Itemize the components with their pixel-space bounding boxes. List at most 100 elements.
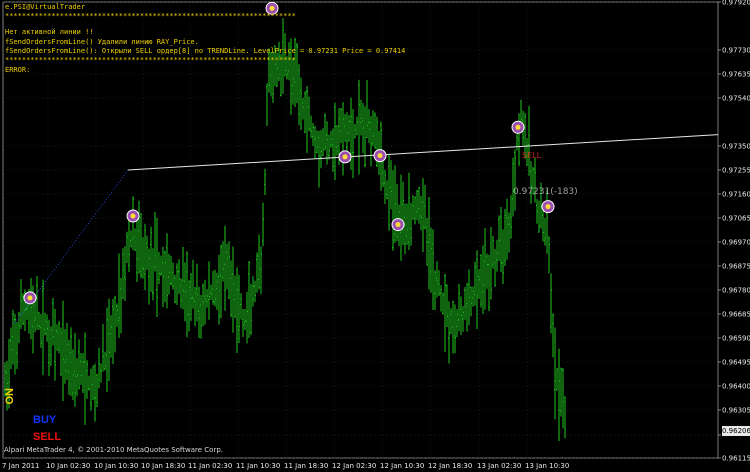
ohlc-bar — [548, 236, 550, 274]
ohlc-bar — [536, 199, 538, 224]
price-tick-label: 0.97920 — [722, 0, 750, 7]
ohlc-bar — [150, 226, 152, 292]
ohlc-bar — [438, 270, 440, 296]
trendline[interactable] — [14, 134, 719, 324]
ohlc-bar — [140, 212, 142, 279]
chart-window[interactable]: 0.97920 0.97730 0.97635 0.97540 0.97350 0.972… — [0, 0, 750, 472]
time-tick-label: 10 Jan 10:30 — [94, 462, 138, 470]
time-tick-label: 12 Jan 18:30 — [428, 462, 472, 470]
ohlc-bar — [504, 209, 506, 266]
time-axis[interactable]: 7 Jan 2011 10 Jan 02:30 10 Jan 10:30 10 Jan… — [2, 462, 569, 470]
ohlc-bar — [36, 275, 38, 330]
price-tick-label: 0.97350 — [722, 143, 750, 151]
ohlc-bar — [176, 263, 178, 305]
ohlc-bar — [190, 272, 192, 321]
ohlc-bar — [564, 396, 566, 439]
ohlc-bar — [394, 165, 396, 243]
ohlc-bar — [516, 131, 518, 151]
price-tick-label: 0.96495 — [722, 359, 750, 367]
ohlc-bar — [428, 196, 430, 290]
ohlc-bar — [196, 263, 198, 322]
ohlc-bar — [200, 294, 202, 339]
ohlc-bar — [254, 280, 256, 302]
ohlc-bar — [364, 106, 366, 167]
ohlc-bar — [476, 250, 478, 329]
ohlc-bar — [308, 96, 310, 132]
ohlc-bar — [122, 248, 124, 300]
ohlc-bar — [206, 289, 208, 308]
ohlc-bar — [128, 214, 130, 273]
ohlc-bar — [494, 248, 496, 287]
ohlc-bar — [146, 235, 148, 270]
ohlc-bar — [54, 308, 56, 381]
ohlc-bar — [358, 79, 360, 175]
ohlc-bar — [562, 368, 564, 429]
ohlc-bar — [58, 320, 60, 354]
time-tick-label: 10 Jan 18:30 — [141, 462, 185, 470]
ohlc-bar — [138, 200, 140, 274]
ohlc-bar — [300, 77, 302, 130]
ohlc-bar — [506, 198, 508, 260]
ohlc-bar — [84, 332, 86, 425]
ohlc-bar — [134, 228, 136, 251]
ohlc-bar — [348, 115, 350, 142]
ohlc-bar — [236, 267, 238, 353]
price-tick-label: 0.97540 — [722, 95, 750, 103]
ohlc-bar — [530, 161, 532, 204]
ohlc-bar — [396, 184, 398, 242]
ohlc-bar — [72, 349, 74, 401]
ohlc-bar — [110, 315, 112, 358]
ohlc-bar — [492, 236, 494, 269]
ohlc-bar — [310, 115, 312, 139]
ohlc-bar — [226, 244, 228, 290]
sell-button[interactable]: SELL — [33, 431, 61, 443]
ohlc-bar — [116, 303, 118, 327]
ohlc-bar — [404, 203, 406, 255]
ohlc-bar — [16, 321, 18, 369]
ohlc-bar — [166, 233, 168, 309]
ohlc-bar — [410, 202, 412, 246]
ohlc-bar — [560, 367, 562, 417]
ohlc-bar — [264, 168, 266, 195]
ohlc-bar — [508, 212, 510, 253]
price-chart[interactable]: 0.97920 0.97730 0.97635 0.97540 0.97350 0.972… — [0, 0, 750, 472]
ohlc-bar — [154, 211, 156, 272]
ohlc-bar — [374, 112, 376, 149]
ohlc-bar — [346, 112, 348, 154]
ohlc-bar — [232, 246, 234, 333]
ohlc-bar — [422, 178, 424, 253]
ohlc-bar — [192, 259, 194, 309]
ohlc-bar — [452, 300, 454, 354]
ohlc-bar — [148, 248, 150, 305]
ohlc-bar — [88, 375, 90, 391]
ohlc-bar — [132, 196, 134, 251]
ohlc-bar — [320, 130, 322, 169]
buy-button[interactable]: BUY — [33, 414, 56, 426]
time-tick-label: 11 Jan 02:30 — [188, 462, 232, 470]
ohlc-bar — [48, 319, 50, 376]
ohlc-bar — [260, 246, 262, 295]
ohlc-bar — [388, 153, 390, 231]
on-indicator[interactable]: ON — [4, 388, 18, 405]
ohlc-bar — [126, 231, 128, 264]
ohlc-bar — [242, 308, 244, 337]
ohlc-bar — [324, 113, 326, 151]
ohlc-bar — [174, 274, 176, 304]
ohlc-bar — [194, 287, 196, 327]
ohlc-bar — [480, 254, 482, 308]
price-tick-label: 0.97730 — [722, 47, 750, 55]
ohlc-bar — [304, 91, 306, 133]
ohlc-bar — [160, 255, 162, 276]
ohlc-bar — [312, 122, 314, 147]
order-marker — [126, 209, 140, 223]
ohlc-bar — [334, 102, 336, 181]
chart-grid — [2, 1, 719, 459]
ohlc-bar — [450, 308, 452, 335]
ohlc-bar — [448, 301, 450, 364]
sell-marker: SELL — [522, 151, 542, 160]
ohlc-bar — [554, 327, 556, 420]
log-separator: ****************************************… — [5, 12, 296, 20]
price-axis[interactable]: 0.97920 0.97730 0.97635 0.97540 0.97350 0.972… — [718, 0, 750, 463]
ohlc-bar — [220, 244, 222, 319]
ohlc-bar — [136, 211, 138, 282]
